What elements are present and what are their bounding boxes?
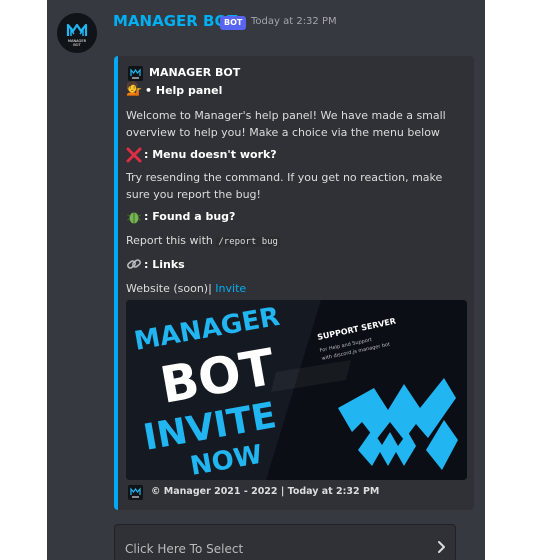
help-embed: MANAGER BOT 💁 • Help panel Welcome to Ma… bbox=[114, 56, 474, 510]
invite-link[interactable]: Invite bbox=[215, 282, 246, 295]
chat-panel: MANAGER BOT MANAGER BOT BOT Today at 2:3… bbox=[47, 0, 485, 560]
cross-mark-icon bbox=[126, 147, 142, 167]
person-tipping-hand-emoji-icon: 💁 bbox=[126, 82, 143, 97]
select-placeholder: Click Here To Select bbox=[125, 542, 244, 556]
embed-footer: © Manager 2021 - 2022 | Today at 2:32 PM bbox=[151, 486, 380, 497]
report-bug-command: /report bug bbox=[216, 237, 280, 247]
bug-icon bbox=[126, 209, 142, 229]
footer-logo-icon bbox=[128, 485, 143, 500]
message-timestamp: Today at 2:32 PM bbox=[251, 16, 337, 27]
field-name-menu: : Menu doesn't work? bbox=[144, 148, 277, 161]
field-value-links: Website (soon)| Invite bbox=[126, 282, 247, 295]
field-name-links: : Links bbox=[144, 258, 185, 271]
manager-logo-icon: MANAGER BOT bbox=[57, 13, 97, 53]
svg-text:BOT: BOT bbox=[73, 43, 81, 47]
embed-title: • Help panel bbox=[145, 84, 223, 97]
bot-tag-badge: BOT bbox=[220, 16, 247, 30]
author-name[interactable]: MANAGER BOT bbox=[113, 12, 237, 30]
field-value-menu: Try resending the command. If you get no… bbox=[126, 171, 443, 201]
embed-author-name: MANAGER BOT bbox=[149, 66, 241, 79]
help-select-menu[interactable]: Click Here To Select bbox=[114, 524, 456, 560]
link-icon bbox=[126, 256, 142, 276]
chevron-right-icon bbox=[438, 541, 445, 553]
embed-description: Welcome to Manager's help panel! We have… bbox=[126, 109, 446, 139]
bot-avatar[interactable]: MANAGER BOT bbox=[57, 13, 97, 53]
field-value-bug: Report this with /report bug bbox=[126, 234, 280, 247]
field-name-bug: : Found a bug? bbox=[144, 210, 236, 223]
embed-author-logo-icon bbox=[128, 66, 143, 81]
invite-banner-image[interactable]: MANAGER BOT INVITE NOW SUPPORT SERVER Fo… bbox=[126, 300, 467, 480]
